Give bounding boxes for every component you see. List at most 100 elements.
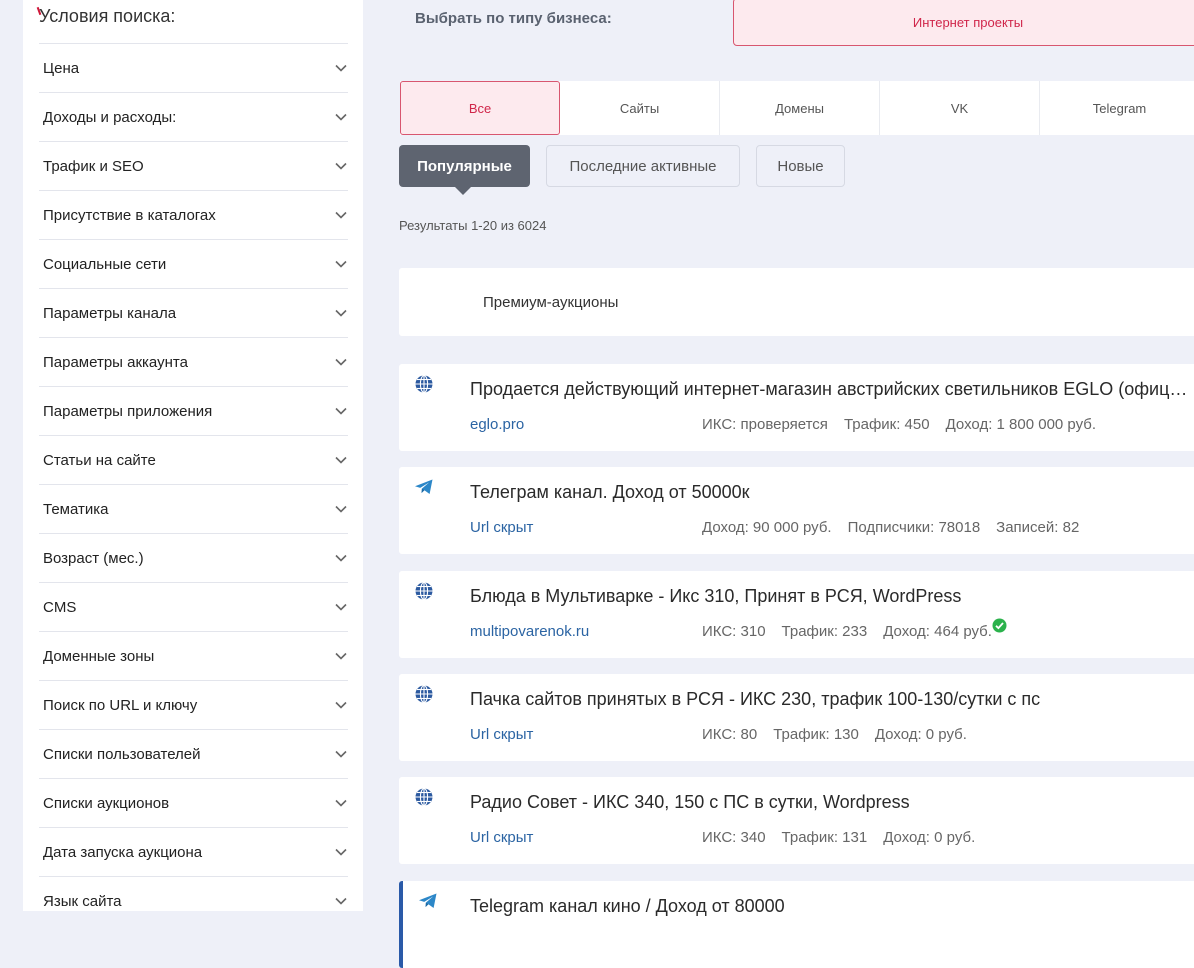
chevron-down-icon bbox=[335, 503, 347, 515]
listing-card[interactable]: Telegram канал кино / Доход от 80000 bbox=[399, 881, 1194, 968]
filter-item[interactable]: Социальные сети bbox=[39, 239, 348, 288]
listing-title[interactable]: Телеграм канал. Доход от 50000к bbox=[470, 482, 1190, 503]
chevron-down-icon bbox=[335, 111, 347, 123]
chevron-down-icon bbox=[335, 650, 347, 662]
listing-meta-item: ИКС: 310 bbox=[702, 623, 766, 640]
filter-label: Дата запуска аукциона bbox=[43, 843, 203, 861]
filter-item[interactable]: Доменные зоны bbox=[39, 631, 348, 680]
listing-title[interactable]: Продается действующий интернет-магазин а… bbox=[470, 379, 1190, 400]
filter-label: Доменные зоны bbox=[43, 647, 155, 665]
sidebar-title: Условия поиска: bbox=[39, 6, 176, 26]
listing-title[interactable]: Пачка сайтов принятых в РСЯ - ИКС 230, т… bbox=[470, 689, 1190, 710]
filter-item[interactable]: Поиск по URL и ключу bbox=[39, 680, 348, 729]
listing-title[interactable]: Telegram канал кино / Доход от 80000 bbox=[470, 896, 1190, 917]
filter-item[interactable]: Параметры канала bbox=[39, 288, 348, 337]
sort-recent-button[interactable]: Последние активные bbox=[546, 145, 740, 187]
listing-title[interactable]: Радио Совет - ИКС 340, 150 с ПС в сутки,… bbox=[470, 792, 1190, 813]
chevron-down-icon bbox=[335, 846, 347, 858]
sort-popular-button[interactable]: Популярные bbox=[399, 145, 530, 195]
chevron-down-icon bbox=[335, 748, 347, 760]
listing-meta-item: ИКС: 80 bbox=[702, 726, 758, 743]
business-type-select[interactable]: Интернет проекты bbox=[733, 0, 1194, 46]
chevron-down-icon bbox=[335, 307, 347, 319]
filter-item[interactable]: Цена bbox=[39, 43, 348, 92]
listing-meta-item: ИКС: проверяется bbox=[702, 416, 828, 433]
filter-item[interactable]: Параметры приложения bbox=[39, 386, 348, 435]
telegram-icon bbox=[414, 477, 434, 497]
listing-url[interactable]: Url скрыт bbox=[470, 829, 533, 846]
tab-telegram[interactable]: Telegram bbox=[1040, 81, 1194, 135]
chevron-down-icon bbox=[335, 62, 347, 74]
listing-url[interactable]: eglo.pro bbox=[470, 416, 524, 433]
listing-meta-item: Доход: 464 руб. bbox=[883, 623, 992, 640]
listing-meta-item: Доход: 0 руб. bbox=[883, 829, 976, 846]
filter-item[interactable]: Присутствие в каталогах bbox=[39, 190, 348, 239]
business-type-value: Интернет проекты bbox=[912, 14, 1024, 30]
listing-meta-item: Доход: 1 800 000 руб. bbox=[945, 416, 1097, 433]
filter-label: Присутствие в каталогах bbox=[43, 206, 216, 224]
filter-item[interactable]: Тематика bbox=[39, 484, 348, 533]
chevron-down-icon bbox=[335, 356, 347, 368]
listing-card[interactable]: Пачка сайтов принятых в РСЯ - ИКС 230, т… bbox=[399, 674, 1194, 761]
listing-card[interactable]: Продается действующий интернет-магазин а… bbox=[399, 364, 1194, 451]
listing-meta-item: Подписчики: 78018 bbox=[847, 519, 981, 536]
filter-sidebar: Условия поиска: Цена Доходы и расходы: Тра… bbox=[23, 0, 363, 911]
chevron-down-icon bbox=[335, 405, 347, 417]
filter-label: Трафик и SEO bbox=[43, 157, 144, 175]
listing-meta: Доход: 90 000 руб. Подписчики: 78018 Запис… bbox=[702, 519, 1079, 536]
filter-label: Поиск по URL и ключу bbox=[43, 696, 198, 714]
globe-icon bbox=[414, 374, 434, 394]
tab-vk[interactable]: VK bbox=[880, 81, 1041, 135]
globe-icon bbox=[414, 581, 434, 601]
listing-meta-item: Трафик: 131 bbox=[781, 829, 868, 846]
chevron-down-icon bbox=[335, 699, 347, 711]
filter-item[interactable]: Трафик и SEO bbox=[39, 141, 348, 190]
filter-item[interactable]: Возраст (мес.) bbox=[39, 533, 348, 582]
listing-meta: ИКС: 340 Трафик: 131 Доход: 0 руб. bbox=[702, 829, 975, 846]
filter-label: Статьи на сайте bbox=[43, 451, 156, 469]
type-tabs: Все Сайты Домены VK Telegram bbox=[400, 81, 1194, 135]
chevron-down-icon bbox=[335, 601, 347, 613]
listing-card[interactable]: Радио Совет - ИКС 340, 150 с ПС в сутки,… bbox=[399, 777, 1194, 864]
verified-check-icon bbox=[992, 618, 1007, 637]
listing-meta-item: Трафик: 450 bbox=[843, 416, 930, 433]
listing-card[interactable]: Блюда в Мультиварке - Икс 310, Принят в … bbox=[399, 571, 1194, 658]
filter-label: Параметры приложения bbox=[43, 402, 213, 420]
globe-icon bbox=[414, 787, 434, 807]
filter-item[interactable]: Списки аукционов bbox=[39, 778, 348, 827]
listing-meta-item: Записей: 82 bbox=[996, 519, 1080, 536]
filter-label: CMS bbox=[43, 598, 77, 616]
listing-url[interactable]: multipovarenok.ru bbox=[470, 623, 589, 640]
filter-item[interactable]: Параметры аккаунта bbox=[39, 337, 348, 386]
tab-all[interactable]: Все bbox=[400, 81, 561, 135]
listing-meta-item: Доход: 0 руб. bbox=[874, 726, 967, 743]
filter-label: Списки аукционов bbox=[43, 794, 170, 812]
filter-item[interactable]: Дата запуска аукциона bbox=[39, 827, 348, 876]
sort-new-button[interactable]: Новые bbox=[756, 145, 845, 187]
listing-meta: ИКС: 80 Трафик: 130 Доход: 0 руб. bbox=[702, 726, 967, 743]
filter-item[interactable]: Статьи на сайте bbox=[39, 435, 348, 484]
premium-auctions[interactable]: Премиум-аукционы bbox=[399, 268, 1194, 336]
filter-item[interactable]: Доходы и расходы: bbox=[39, 92, 348, 141]
chevron-down-icon bbox=[335, 160, 347, 172]
filter-label: Язык сайта bbox=[43, 892, 122, 910]
chevron-down-icon bbox=[335, 552, 347, 564]
filter-label: Возраст (мес.) bbox=[43, 549, 144, 567]
premium-auctions-label: Премиум-аукционы bbox=[483, 294, 619, 311]
filter-item[interactable]: CMS bbox=[39, 582, 348, 631]
listing-url[interactable]: Url скрыт bbox=[470, 519, 533, 536]
tab-domains[interactable]: Домены bbox=[720, 81, 881, 135]
tab-sites[interactable]: Сайты bbox=[560, 81, 721, 135]
listing-card[interactable]: Телеграм канал. Доход от 50000к Url скрыт… bbox=[399, 467, 1194, 554]
globe-icon bbox=[414, 684, 434, 704]
listing-url[interactable]: Url скрыт bbox=[470, 726, 533, 743]
results-count: Результаты 1-20 из 6024 bbox=[399, 218, 547, 233]
listing-meta-item: Трафик: 130 bbox=[773, 726, 859, 743]
chevron-down-icon bbox=[335, 797, 347, 809]
filter-item[interactable]: Списки пользователей bbox=[39, 729, 348, 778]
chevron-down-icon bbox=[335, 454, 347, 466]
listing-title[interactable]: Блюда в Мультиварке - Икс 310, Принят в … bbox=[470, 586, 1190, 607]
listing-meta-item: Доход: 90 000 руб. bbox=[702, 519, 832, 536]
chevron-down-icon bbox=[335, 209, 347, 221]
filter-item[interactable]: Язык сайта bbox=[39, 876, 348, 925]
